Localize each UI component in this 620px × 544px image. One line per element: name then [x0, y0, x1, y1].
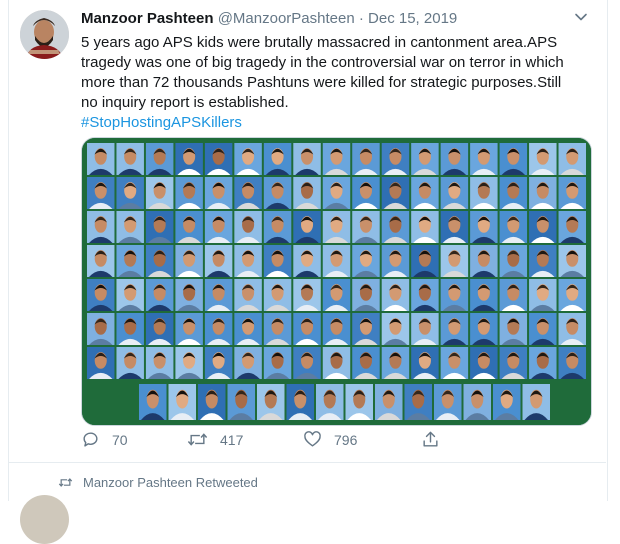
- reply-button[interactable]: 70: [81, 430, 128, 449]
- share-button[interactable]: [421, 430, 440, 449]
- retweet-button[interactable]: 417: [187, 430, 243, 449]
- tweet-header: Manzoor Pashteen @ManzoorPashteen · Dec …: [81, 10, 457, 27]
- hashtag-link[interactable]: #StopHostingAPSKillers: [81, 113, 581, 133]
- dot-separator: ·: [358, 10, 364, 27]
- author-name[interactable]: Manzoor Pashteen: [81, 10, 214, 27]
- author-avatar[interactable]: [20, 10, 69, 59]
- tweet-divider: [8, 462, 606, 463]
- reply-count: 70: [112, 431, 128, 448]
- retweet-context-label[interactable]: Manzoor Pashteen Retweeted: [83, 475, 258, 490]
- retweet-icon: [187, 433, 208, 446]
- like-icon: [304, 431, 321, 447]
- tweet-text: 5 years ago APS kids were brutally massa…: [81, 33, 581, 133]
- tweet-actions: 70 417 796: [81, 430, 511, 452]
- author-handle[interactable]: @ManzoorPashteen: [218, 10, 355, 27]
- retweet-icon: [58, 478, 73, 487]
- tweet-date[interactable]: Dec 15, 2019: [368, 10, 457, 27]
- retweet-context: Manzoor Pashteen Retweeted: [58, 475, 258, 490]
- reply-icon: [83, 432, 98, 447]
- tweet-media[interactable]: [81, 137, 592, 426]
- like-count: 796: [334, 431, 358, 448]
- retweet-count: 417: [220, 431, 244, 448]
- like-button[interactable]: 796: [303, 430, 357, 449]
- share-icon: [423, 431, 438, 447]
- tweet-body: 5 years ago APS kids were brutally massa…: [81, 34, 564, 111]
- collage-image: [82, 138, 591, 425]
- caret-down-icon[interactable]: [574, 10, 588, 24]
- next-tweet-avatar[interactable]: [20, 495, 69, 544]
